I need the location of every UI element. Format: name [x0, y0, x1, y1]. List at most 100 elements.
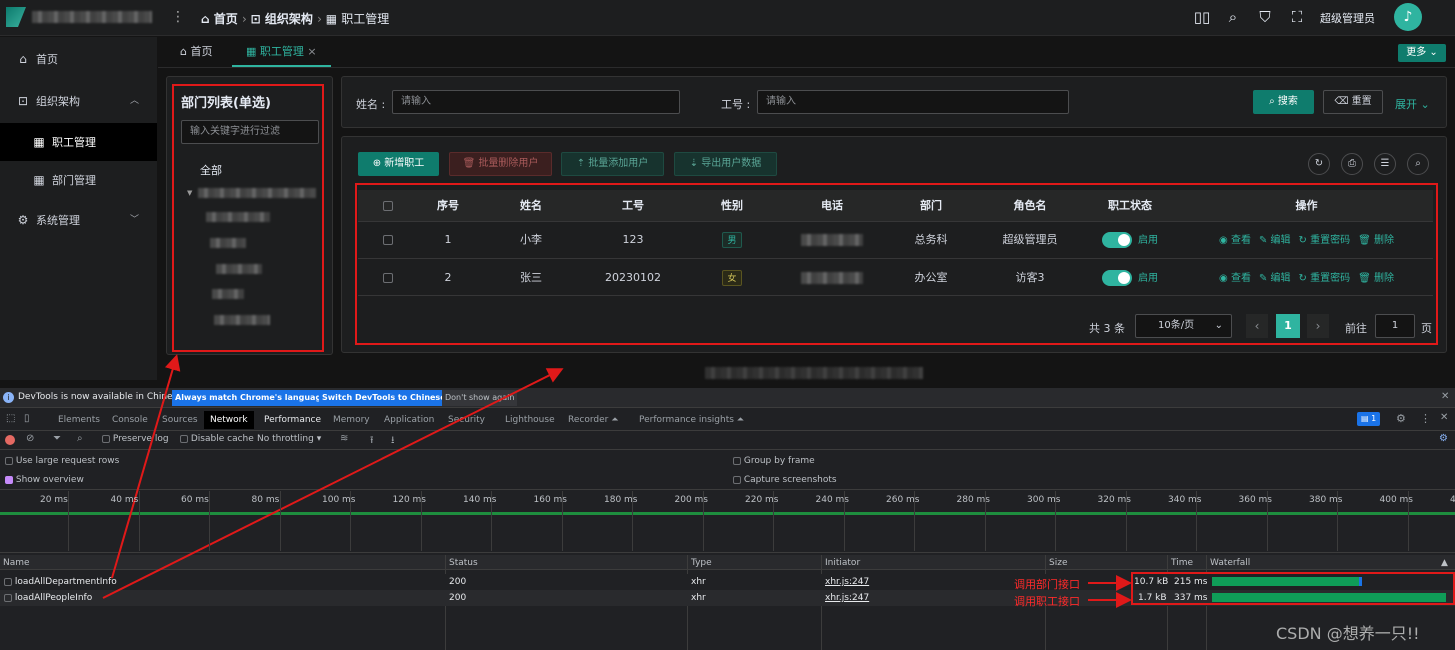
goto-page-input[interactable]: 1: [1375, 314, 1415, 338]
dept-filter-input[interactable]: 输入关键字进行过滤: [181, 120, 319, 144]
row-checkbox[interactable]: [358, 222, 418, 258]
switch-chinese-button[interactable]: Switch DevTools to Chinese: [319, 390, 449, 406]
clear-icon[interactable]: ⊘: [26, 433, 34, 444]
column-settings-icon[interactable]: ☰: [1374, 153, 1396, 175]
next-page-button[interactable]: ›: [1307, 314, 1329, 338]
record-icon[interactable]: [5, 435, 15, 445]
wifi-icon[interactable]: ≋: [340, 433, 348, 444]
request-initiator-link[interactable]: xhr.js:247: [825, 577, 869, 587]
export-button[interactable]: ⇣ 导出用户数据: [674, 152, 777, 176]
layout-icon[interactable]: ▯▯: [1193, 8, 1211, 26]
throttling-select[interactable]: No throttling ▾: [257, 434, 321, 444]
tab-memory[interactable]: Memory: [333, 411, 370, 429]
expand-link[interactable]: 展开 ⌄: [1395, 96, 1430, 112]
select-all-checkbox[interactable]: [358, 190, 418, 222]
reset-password-button[interactable]: ↻ 重置密码: [1299, 273, 1351, 284]
caret-down-icon[interactable]: ▼: [187, 189, 192, 197]
dept-tree-root[interactable]: 全部: [200, 162, 222, 178]
search-toggle-icon[interactable]: ⌕: [1407, 153, 1429, 175]
issues-badge[interactable]: ▤ 1: [1357, 412, 1381, 426]
refresh-icon[interactable]: ↻: [1308, 153, 1330, 175]
more-button[interactable]: 更多 ⌄: [1398, 44, 1446, 62]
sidebar-item-staff[interactable]: ▦ 职工管理: [0, 123, 157, 161]
tab-performance-insights[interactable]: Performance insights ⏶: [639, 411, 744, 429]
request-initiator-link[interactable]: xhr.js:247: [825, 593, 869, 603]
tab-elements[interactable]: Elements: [58, 411, 100, 429]
view-button[interactable]: ◉ 查看: [1219, 273, 1251, 284]
filter-icon[interactable]: ⏷: [53, 433, 61, 444]
edit-button[interactable]: ✎ 编辑: [1259, 235, 1291, 246]
tab-performance[interactable]: Performance: [264, 411, 321, 429]
network-settings-icon[interactable]: ⚙: [1439, 433, 1448, 444]
sidebar-item-home[interactable]: ⌂ 首页: [0, 40, 157, 78]
tab-sources[interactable]: Sources: [162, 411, 198, 429]
search-icon[interactable]: ⌕: [77, 433, 83, 444]
row-checkbox[interactable]: [358, 260, 418, 296]
search-icon[interactable]: ⌕: [1224, 8, 1242, 26]
tab-lighthouse[interactable]: Lighthouse: [505, 411, 555, 429]
dept-tree-node[interactable]: [210, 238, 246, 248]
batch-delete-button[interactable]: 🗑 批量删除用户: [449, 152, 552, 176]
name-search-input[interactable]: 请输入: [392, 90, 680, 114]
delete-button[interactable]: 🗑 删除: [1358, 235, 1394, 246]
col-status[interactable]: Status: [449, 558, 478, 568]
tab-network[interactable]: Network: [204, 411, 254, 429]
group-by-frame-checkbox[interactable]: Group by frame: [733, 456, 815, 466]
sidebar-item-dept[interactable]: ▦ 部门管理: [0, 161, 157, 199]
col-size[interactable]: Size: [1049, 558, 1067, 568]
request-name[interactable]: loadAllDepartmentInfo: [4, 577, 117, 587]
dept-tree-node[interactable]: [214, 315, 270, 325]
add-staff-button[interactable]: ⊕ 新增职工: [358, 152, 439, 176]
request-name[interactable]: loadAllPeopleInfo: [4, 593, 92, 603]
search-button[interactable]: ⌕ 搜索: [1253, 90, 1314, 114]
user-name[interactable]: 超级管理员: [1320, 10, 1375, 26]
close-icon[interactable]: ×: [307, 45, 316, 58]
tab-home[interactable]: ⌂ 首页: [180, 37, 212, 67]
breadcrumb-org[interactable]: 组织架构: [265, 12, 313, 26]
tab-console[interactable]: Console: [112, 411, 148, 429]
inspect-icon[interactable]: ⬚: [6, 413, 15, 424]
sidebar-item-system[interactable]: ⚙ 系统管理 ﹀: [0, 201, 157, 239]
dept-tree-node[interactable]: [216, 264, 262, 274]
edit-button[interactable]: ✎ 编辑: [1259, 273, 1291, 284]
tab-staff[interactable]: ▦ 职工管理 ×: [232, 37, 331, 67]
dept-tree-node[interactable]: [206, 212, 270, 222]
always-match-button[interactable]: Always match Chrome's language: [172, 390, 330, 406]
delete-button[interactable]: 🗑 删除: [1358, 273, 1394, 284]
device-icon[interactable]: ▯: [24, 413, 30, 424]
collapse-menu-icon[interactable]: ⋮: [171, 9, 185, 25]
status-switch[interactable]: [1102, 232, 1132, 248]
col-waterfall[interactable]: Waterfall: [1210, 558, 1250, 568]
id-search-input[interactable]: 请输入: [757, 90, 1069, 114]
col-type[interactable]: Type: [691, 558, 712, 568]
tab-security[interactable]: Security: [448, 411, 485, 429]
batch-add-button[interactable]: ⇡ 批量添加用户: [561, 152, 664, 176]
close-icon[interactable]: ✕: [1441, 391, 1449, 402]
dept-tree-node[interactable]: [212, 289, 244, 299]
large-rows-checkbox[interactable]: Use large request rows: [5, 456, 119, 466]
disable-cache-checkbox[interactable]: Disable cache: [180, 434, 254, 444]
dont-show-button[interactable]: Don't show again: [442, 390, 518, 406]
settings-gear-icon[interactable]: ⚙: [1396, 412, 1406, 425]
col-name[interactable]: Name: [3, 558, 30, 568]
col-time[interactable]: Time: [1171, 558, 1193, 568]
avatar[interactable]: ♪: [1394, 3, 1422, 31]
print-icon[interactable]: ⎙: [1341, 153, 1363, 175]
reset-button[interactable]: ⌫ 重置: [1323, 90, 1383, 114]
show-overview-checkbox[interactable]: Show overview: [5, 475, 84, 485]
sort-up-icon[interactable]: ▲: [1441, 558, 1448, 568]
breadcrumb-home[interactable]: 首页: [214, 12, 238, 26]
status-switch[interactable]: [1102, 270, 1132, 286]
fullscreen-icon[interactable]: ⛶: [1288, 8, 1306, 26]
page-size-select[interactable]: 10条/页 ⌄: [1135, 314, 1232, 338]
view-button[interactable]: ◉ 查看: [1219, 235, 1251, 246]
reset-password-button[interactable]: ↻ 重置密码: [1299, 235, 1351, 246]
dept-tree-node[interactable]: [198, 188, 316, 198]
more-vertical-icon[interactable]: ⋮: [1420, 412, 1431, 425]
preserve-log-checkbox[interactable]: Preserve log: [102, 434, 169, 444]
close-icon[interactable]: ✕: [1440, 412, 1448, 423]
prev-page-button[interactable]: ‹: [1246, 314, 1268, 338]
page-1-button[interactable]: 1: [1276, 314, 1300, 338]
capture-screenshots-checkbox[interactable]: Capture screenshots: [733, 475, 837, 485]
col-initiator[interactable]: Initiator: [825, 558, 860, 568]
